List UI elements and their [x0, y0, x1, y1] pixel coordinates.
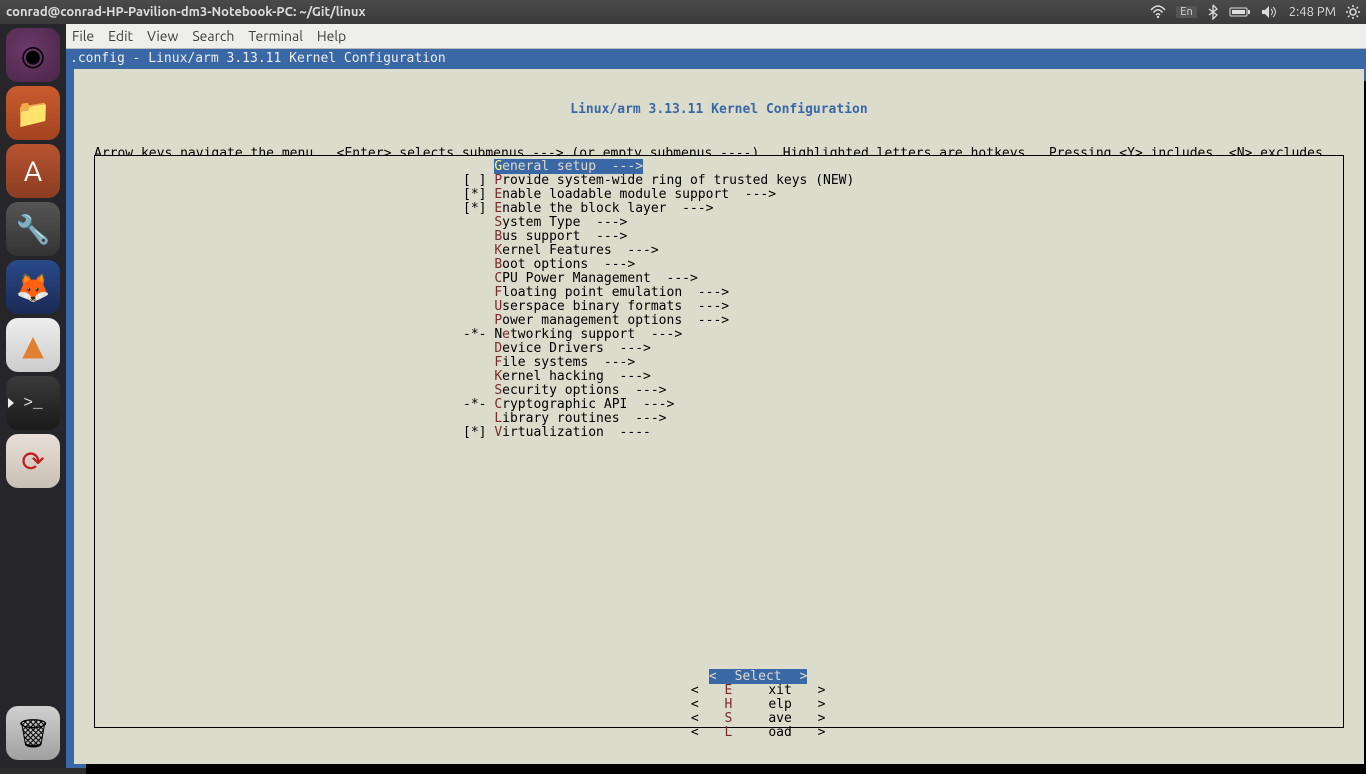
unity-launcher: ◉ 📁 A 🔧 🦊 ▲ >_ ⟳ 🗑 [0, 24, 66, 768]
menu-item[interactable]: Boot options ---> [463, 258, 1343, 272]
terminal-menubar: File Edit View Search Terminal Help [66, 24, 1366, 49]
menu-item[interactable]: Power management options ---> [463, 314, 1343, 328]
menu-edit[interactable]: Edit [108, 28, 133, 44]
menu-item[interactable]: [*] Virtualization ---- [463, 426, 1343, 440]
menu-item[interactable]: Security options ---> [463, 384, 1343, 398]
menu-item[interactable]: -*- Cryptographic API ---> [463, 398, 1343, 412]
firefox-icon[interactable]: 🦊 [6, 260, 60, 314]
menu-item[interactable]: Bus support ---> [463, 230, 1343, 244]
menu-view[interactable]: View [147, 28, 178, 44]
menu-item[interactable]: -*- Networking support ---> [463, 328, 1343, 342]
volume-icon[interactable] [1261, 5, 1279, 19]
menu-item[interactable]: CPU Power Management ---> [463, 272, 1343, 286]
exit-button[interactable]: < Exit > [691, 683, 826, 698]
menu-item[interactable]: File systems ---> [463, 356, 1343, 370]
menu-item[interactable]: Userspace binary formats ---> [463, 300, 1343, 314]
battery-icon[interactable] [1229, 6, 1251, 18]
window-title: conrad@conrad-HP-Pavilion-dm3-Notebook-P… [6, 5, 366, 19]
menu-item[interactable]: Floating point emulation ---> [463, 286, 1343, 300]
term-title: .config - Linux/arm 3.13.11 Kernel Confi… [66, 49, 1366, 68]
menu-item[interactable]: [*] Enable loadable module support ---> [463, 188, 1343, 202]
select-button[interactable]: <Select> [709, 669, 808, 684]
menu-item[interactable]: [*] Enable the block layer ---> [463, 202, 1343, 216]
load-button[interactable]: < Load > [691, 725, 826, 740]
dash-icon[interactable]: ◉ [6, 28, 60, 82]
menu-item[interactable]: Kernel hacking ---> [463, 370, 1343, 384]
config-header: Linux/arm 3.13.11 Kernel Configuration [74, 97, 1364, 117]
menu-file[interactable]: File [72, 28, 94, 44]
save-button[interactable]: < Save > [691, 711, 826, 726]
menu-item[interactable]: [ ] Provide system-wide ring of trusted … [463, 174, 1343, 188]
menu-help[interactable]: Help [317, 28, 346, 44]
gear-icon[interactable] [1346, 5, 1360, 19]
vlc-icon[interactable]: ▲ [6, 318, 60, 372]
menu-terminal[interactable]: Terminal [248, 28, 303, 44]
menu-search[interactable]: Search [192, 28, 234, 44]
help-button[interactable]: < Help > [691, 697, 826, 712]
bluetooth-icon[interactable] [1207, 4, 1219, 20]
menu-item[interactable]: Device Drivers ---> [463, 342, 1343, 356]
wifi-icon[interactable] [1150, 4, 1166, 20]
files-icon[interactable]: 📁 [6, 86, 60, 140]
bottom-buttons: <Select> < Exit > < Help > < Save > < Lo… [74, 656, 1364, 754]
top-panel: conrad@conrad-HP-Pavilion-dm3-Notebook-P… [0, 0, 1366, 24]
input-method-indicator[interactable]: En [1176, 6, 1196, 18]
menu-item[interactable]: Kernel Features ---> [463, 244, 1343, 258]
menu-item[interactable]: System Type ---> [463, 216, 1343, 230]
terminal-icon[interactable]: >_ [6, 376, 60, 430]
menu-item[interactable]: General setup ---> [463, 160, 1343, 174]
menu-list[interactable]: General setup --->[ ] Provide system-wid… [95, 160, 1343, 440]
menu-item[interactable]: Library routines ---> [463, 412, 1343, 426]
trash-icon[interactable]: 🗑 [6, 706, 60, 760]
document-viewer-icon[interactable]: ⟳ [6, 434, 60, 488]
software-center-icon[interactable]: A [6, 144, 60, 198]
menu-box: General setup --->[ ] Provide system-wid… [94, 155, 1344, 728]
settings-icon[interactable]: 🔧 [6, 202, 60, 256]
clock[interactable]: 2:48 PM [1289, 5, 1336, 19]
terminal-window: .config - Linux/arm 3.13.11 Kernel Confi… [66, 49, 1366, 768]
